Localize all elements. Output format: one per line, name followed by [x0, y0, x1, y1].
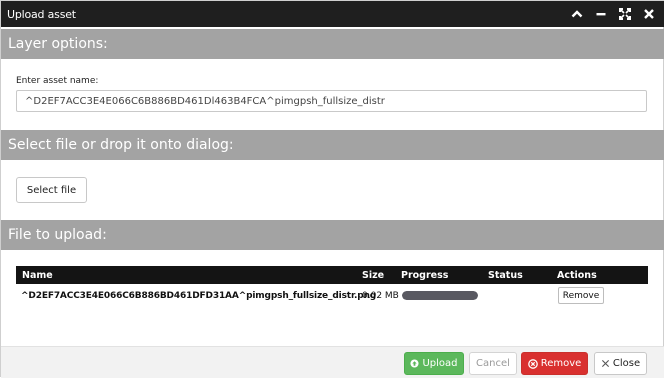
section-layer-options: Layer options:	[1, 29, 664, 59]
col-progress-header: Progress	[401, 269, 449, 281]
dialog-titlebar[interactable]: Upload asset	[1, 1, 664, 27]
fullscreen-button[interactable]	[613, 1, 637, 27]
chevron-up-icon	[571, 10, 583, 18]
upload-button[interactable]: Upload	[404, 352, 464, 375]
table-row: ^D2EF7ACC3E4E066C6B886BD461DFD31AA^pimgp…	[16, 284, 648, 308]
collapse-button[interactable]	[565, 1, 589, 27]
upload-table: Name Size Progress Status Actions ^D2EF7…	[16, 266, 648, 308]
cancel-button[interactable]: Cancel	[469, 352, 517, 375]
asset-name-input[interactable]	[16, 90, 647, 112]
file-name-cell: ^D2EF7ACC3E4E066C6B886BD461DFD31AA^pimgp…	[21, 291, 377, 301]
fullscreen-icon	[619, 8, 631, 20]
col-status-header: Status	[488, 269, 523, 281]
dialog-footer: Upload Cancel Remove Close	[1, 346, 664, 378]
remove-button-label: Remove	[540, 358, 582, 369]
close-button-label: Close	[612, 358, 641, 369]
section-file-to-upload: File to upload:	[1, 220, 664, 250]
upload-progress-fill	[402, 291, 478, 300]
select-file-button[interactable]: Select file	[16, 177, 87, 203]
file-size-cell: 0.02 MB	[362, 291, 399, 301]
remove-file-button[interactable]: Remove	[558, 287, 604, 304]
upload-asset-dialog: Upload asset Layer options: Enter asset …	[0, 0, 664, 378]
upload-button-label: Upload	[422, 358, 458, 369]
asset-name-label: Enter asset name:	[16, 76, 99, 86]
circle-x-icon	[527, 358, 538, 369]
titlebar-controls	[565, 1, 661, 27]
table-header: Name Size Progress Status Actions	[16, 266, 648, 284]
col-name-header: Name	[22, 269, 53, 281]
circle-arrow-up-icon	[410, 359, 420, 368]
minimize-icon	[596, 13, 606, 16]
section-select-file: Select file or drop it onto dialog:	[1, 130, 664, 160]
remove-button[interactable]: Remove	[521, 352, 588, 375]
col-size-header: Size	[362, 269, 385, 281]
x-icon	[601, 359, 610, 368]
close-button[interactable]: Close	[594, 352, 647, 375]
close-icon	[644, 9, 654, 19]
col-actions-header: Actions	[557, 269, 597, 281]
close-dialog-button[interactable]	[637, 1, 661, 27]
dialog-title: Upload asset	[7, 7, 76, 21]
upload-progress-bar	[402, 291, 478, 300]
minimize-button[interactable]	[589, 1, 613, 27]
